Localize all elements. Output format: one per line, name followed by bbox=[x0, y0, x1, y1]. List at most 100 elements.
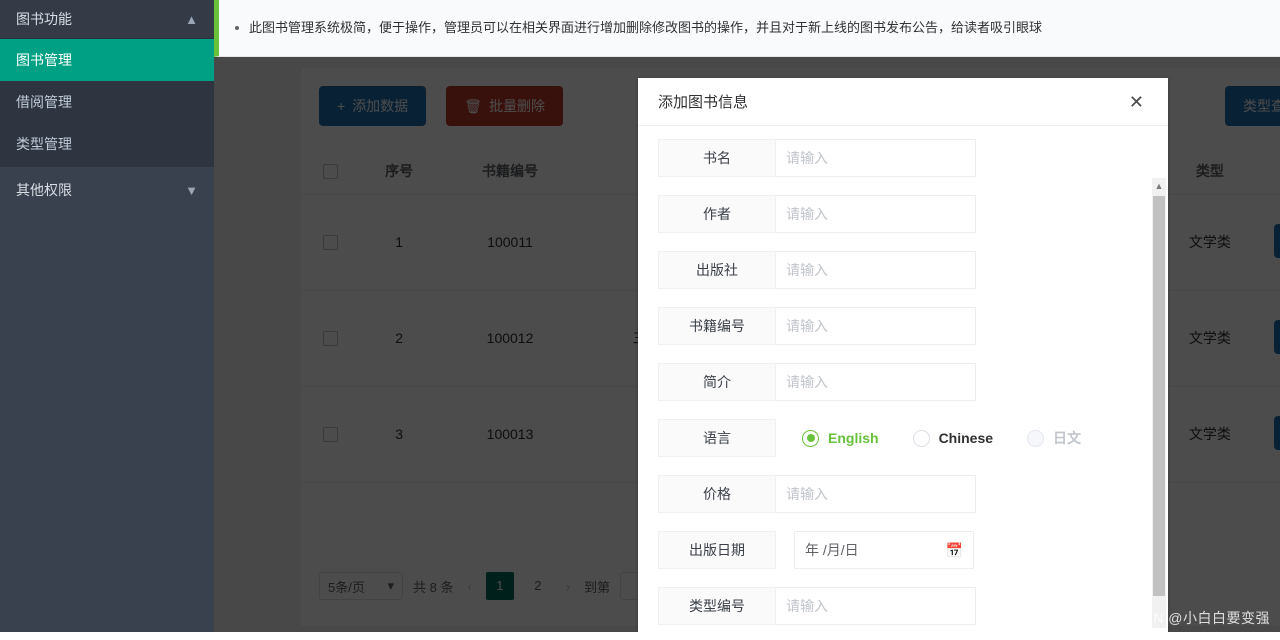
modal-scrollbar-thumb[interactable] bbox=[1153, 196, 1165, 596]
radio-icon-chinese bbox=[912, 429, 930, 447]
row-book-no: 100013 bbox=[438, 386, 582, 483]
row-action-button[interactable] bbox=[1273, 415, 1280, 450]
sidebar-item-book-management[interactable]: 图书管理 bbox=[0, 39, 214, 81]
field-label-type-no: 类型编号 bbox=[658, 587, 776, 625]
row-book-no: 100011 bbox=[438, 194, 582, 291]
row-action-cell bbox=[1252, 290, 1280, 387]
pagination: 5条/页 ▾ 共 8 条 ‹ 1 2 › 到第 bbox=[319, 572, 669, 600]
column-type: 类型 bbox=[1167, 148, 1253, 195]
sidebar: 图书功能 ▲ 图书管理 借阅管理 类型管理 其他权限 ▼ bbox=[0, 0, 214, 640]
row-checkbox[interactable] bbox=[322, 331, 338, 347]
plus-icon: + bbox=[337, 98, 346, 114]
row-action-button[interactable] bbox=[1273, 223, 1280, 258]
language-radio-group: English Chinese 日文 bbox=[802, 428, 1081, 448]
notification-content: 此图书管理系统极简，便于操作，管理员可以在相关界面进行增加删除修改图书的操作，并… bbox=[219, 18, 1054, 38]
radio-icon-japanese bbox=[1027, 429, 1045, 447]
row-select-cell bbox=[301, 194, 360, 291]
sidebar-item-borrow-management-label: 借阅管理 bbox=[16, 94, 72, 110]
row-type: 文学类 bbox=[1167, 194, 1253, 291]
calendar-icon[interactable]: 📅 bbox=[946, 542, 963, 559]
sidebar-group-book-functions-label: 图书功能 bbox=[16, 11, 72, 27]
modal-form: 书名 请输入 作者 请输入 出版社 请输入 书籍编号 请输入 简介 请输入 语言… bbox=[638, 130, 1168, 634]
column-index: 序号 bbox=[359, 148, 439, 195]
pagination-page-1[interactable]: 1 bbox=[485, 572, 514, 600]
pagination-next-button[interactable]: › bbox=[562, 579, 574, 594]
modal-body: 书名 请输入 作者 请输入 出版社 请输入 书籍编号 请输入 简介 请输入 语言… bbox=[638, 126, 1168, 640]
field-row-book-no: 书籍编号 请输入 bbox=[638, 298, 1168, 354]
field-label-publisher: 出版社 bbox=[658, 251, 776, 289]
pub-date-value: 年 /月/日 bbox=[805, 542, 859, 558]
radio-option-english[interactable]: English bbox=[802, 429, 879, 447]
notification-text: 此图书管理系统极简，便于操作，管理员可以在相关界面进行增加删除修改图书的操作，并… bbox=[249, 20, 1043, 36]
notification-banner: 此图书管理系统极简，便于操作，管理员可以在相关界面进行增加删除修改图书的操作，并… bbox=[214, 0, 1280, 57]
row-action-button[interactable] bbox=[1273, 319, 1280, 354]
sidebar-group-other-permissions-label: 其他权限 bbox=[16, 182, 72, 198]
type-query-button[interactable]: 类型查询 bbox=[1225, 86, 1280, 126]
batch-delete-button[interactable]: 🗑 批量删除 bbox=[446, 86, 563, 126]
row-action-cell bbox=[1252, 386, 1280, 483]
field-input-pub-date[interactable]: 年 /月/日 📅 bbox=[794, 531, 974, 569]
pagination-prev-button[interactable]: ‹ bbox=[463, 579, 475, 594]
app-root: 图书功能 ▲ 图书管理 借阅管理 类型管理 其他权限 ▼ 此图书管理系统极简，便… bbox=[0, 0, 1280, 640]
sidebar-item-type-management[interactable]: 类型管理 bbox=[0, 123, 214, 165]
bullet-icon bbox=[235, 26, 239, 31]
page-size-label: 5条/页 bbox=[328, 579, 365, 595]
field-row-author: 作者 请输入 bbox=[638, 186, 1168, 242]
page-size-select[interactable]: 5条/页 ▾ bbox=[319, 572, 403, 600]
radio-option-japanese: 日文 bbox=[1027, 428, 1081, 448]
row-type: 文学类 bbox=[1167, 290, 1253, 387]
row-index: 1 bbox=[359, 194, 439, 291]
field-input-price[interactable]: 请输入 bbox=[776, 475, 976, 513]
field-label-language: 语言 bbox=[658, 419, 776, 457]
field-row-price: 价格 请输入 bbox=[638, 466, 1168, 522]
column-book-no: 书籍编号 bbox=[438, 148, 582, 195]
pagination-total: 共 8 条 bbox=[413, 579, 454, 595]
row-index: 3 bbox=[359, 386, 439, 483]
chevron-down-icon: ▼ bbox=[185, 182, 198, 198]
radio-icon-english bbox=[802, 429, 819, 447]
row-select-cell bbox=[301, 290, 360, 387]
add-data-button-label: 添加数据 bbox=[352, 98, 409, 114]
field-input-publisher[interactable]: 请输入 bbox=[776, 251, 976, 289]
select-all-checkbox[interactable] bbox=[322, 164, 338, 180]
radio-label-japanese: 日文 bbox=[1053, 430, 1082, 446]
modal-title: 添加图书信息 bbox=[658, 94, 749, 111]
row-checkbox[interactable] bbox=[322, 235, 338, 251]
row-action-cell bbox=[1252, 194, 1280, 291]
field-label-book-no: 书籍编号 bbox=[658, 307, 776, 345]
sidebar-filler bbox=[0, 213, 214, 640]
field-row-type-no: 类型编号 请输入 bbox=[638, 578, 1168, 634]
row-checkbox[interactable] bbox=[322, 427, 338, 443]
field-input-type-no[interactable]: 请输入 bbox=[776, 587, 976, 625]
bottom-strip bbox=[0, 632, 1280, 640]
sidebar-item-borrow-management[interactable]: 借阅管理 bbox=[0, 81, 214, 123]
sidebar-group-book-functions[interactable]: 图书功能 ▲ bbox=[0, 0, 214, 38]
field-row-language: 语言 English Chinese 日文 bbox=[638, 410, 1168, 466]
field-label-pub-date: 出版日期 bbox=[658, 531, 776, 569]
chevron-down-icon: ▾ bbox=[387, 578, 394, 593]
radio-label-english: English bbox=[828, 430, 879, 446]
sidebar-group-other-permissions[interactable]: 其他权限 ▼ bbox=[0, 167, 214, 213]
sidebar-submenu: 图书管理 借阅管理 类型管理 bbox=[0, 39, 214, 167]
field-input-book-no[interactable]: 请输入 bbox=[776, 307, 976, 345]
field-input-title[interactable]: 请输入 bbox=[776, 139, 976, 177]
field-label-summary: 简介 bbox=[658, 363, 776, 401]
field-row-publisher: 出版社 请输入 bbox=[638, 242, 1168, 298]
pagination-jump-label: 到第 bbox=[584, 579, 611, 595]
modal-header: 添加图书信息 ✕ bbox=[638, 78, 1168, 126]
row-index: 2 bbox=[359, 290, 439, 387]
sidebar-item-book-management-label: 图书管理 bbox=[16, 52, 72, 68]
trash-icon: 🗑 bbox=[464, 97, 482, 114]
modal-scrollbar[interactable]: ▲ bbox=[1152, 178, 1166, 628]
add-book-modal: 添加图书信息 ✕ 书名 请输入 作者 请输入 出版社 请输入 书籍编号 请输入 … bbox=[638, 78, 1168, 640]
chevron-up-icon: ▲ bbox=[185, 11, 198, 27]
field-input-summary[interactable]: 请输入 bbox=[776, 363, 976, 401]
radio-option-chinese[interactable]: Chinese bbox=[912, 429, 993, 447]
field-label-title: 书名 bbox=[658, 139, 776, 177]
close-icon[interactable]: ✕ bbox=[1125, 89, 1148, 115]
type-query-button-label: 类型查询 bbox=[1243, 98, 1280, 114]
pagination-page-2[interactable]: 2 bbox=[524, 572, 552, 600]
field-input-author[interactable]: 请输入 bbox=[776, 195, 976, 233]
scroll-up-arrow-icon[interactable]: ▲ bbox=[1152, 178, 1166, 194]
add-data-button[interactable]: + 添加数据 bbox=[319, 86, 427, 126]
